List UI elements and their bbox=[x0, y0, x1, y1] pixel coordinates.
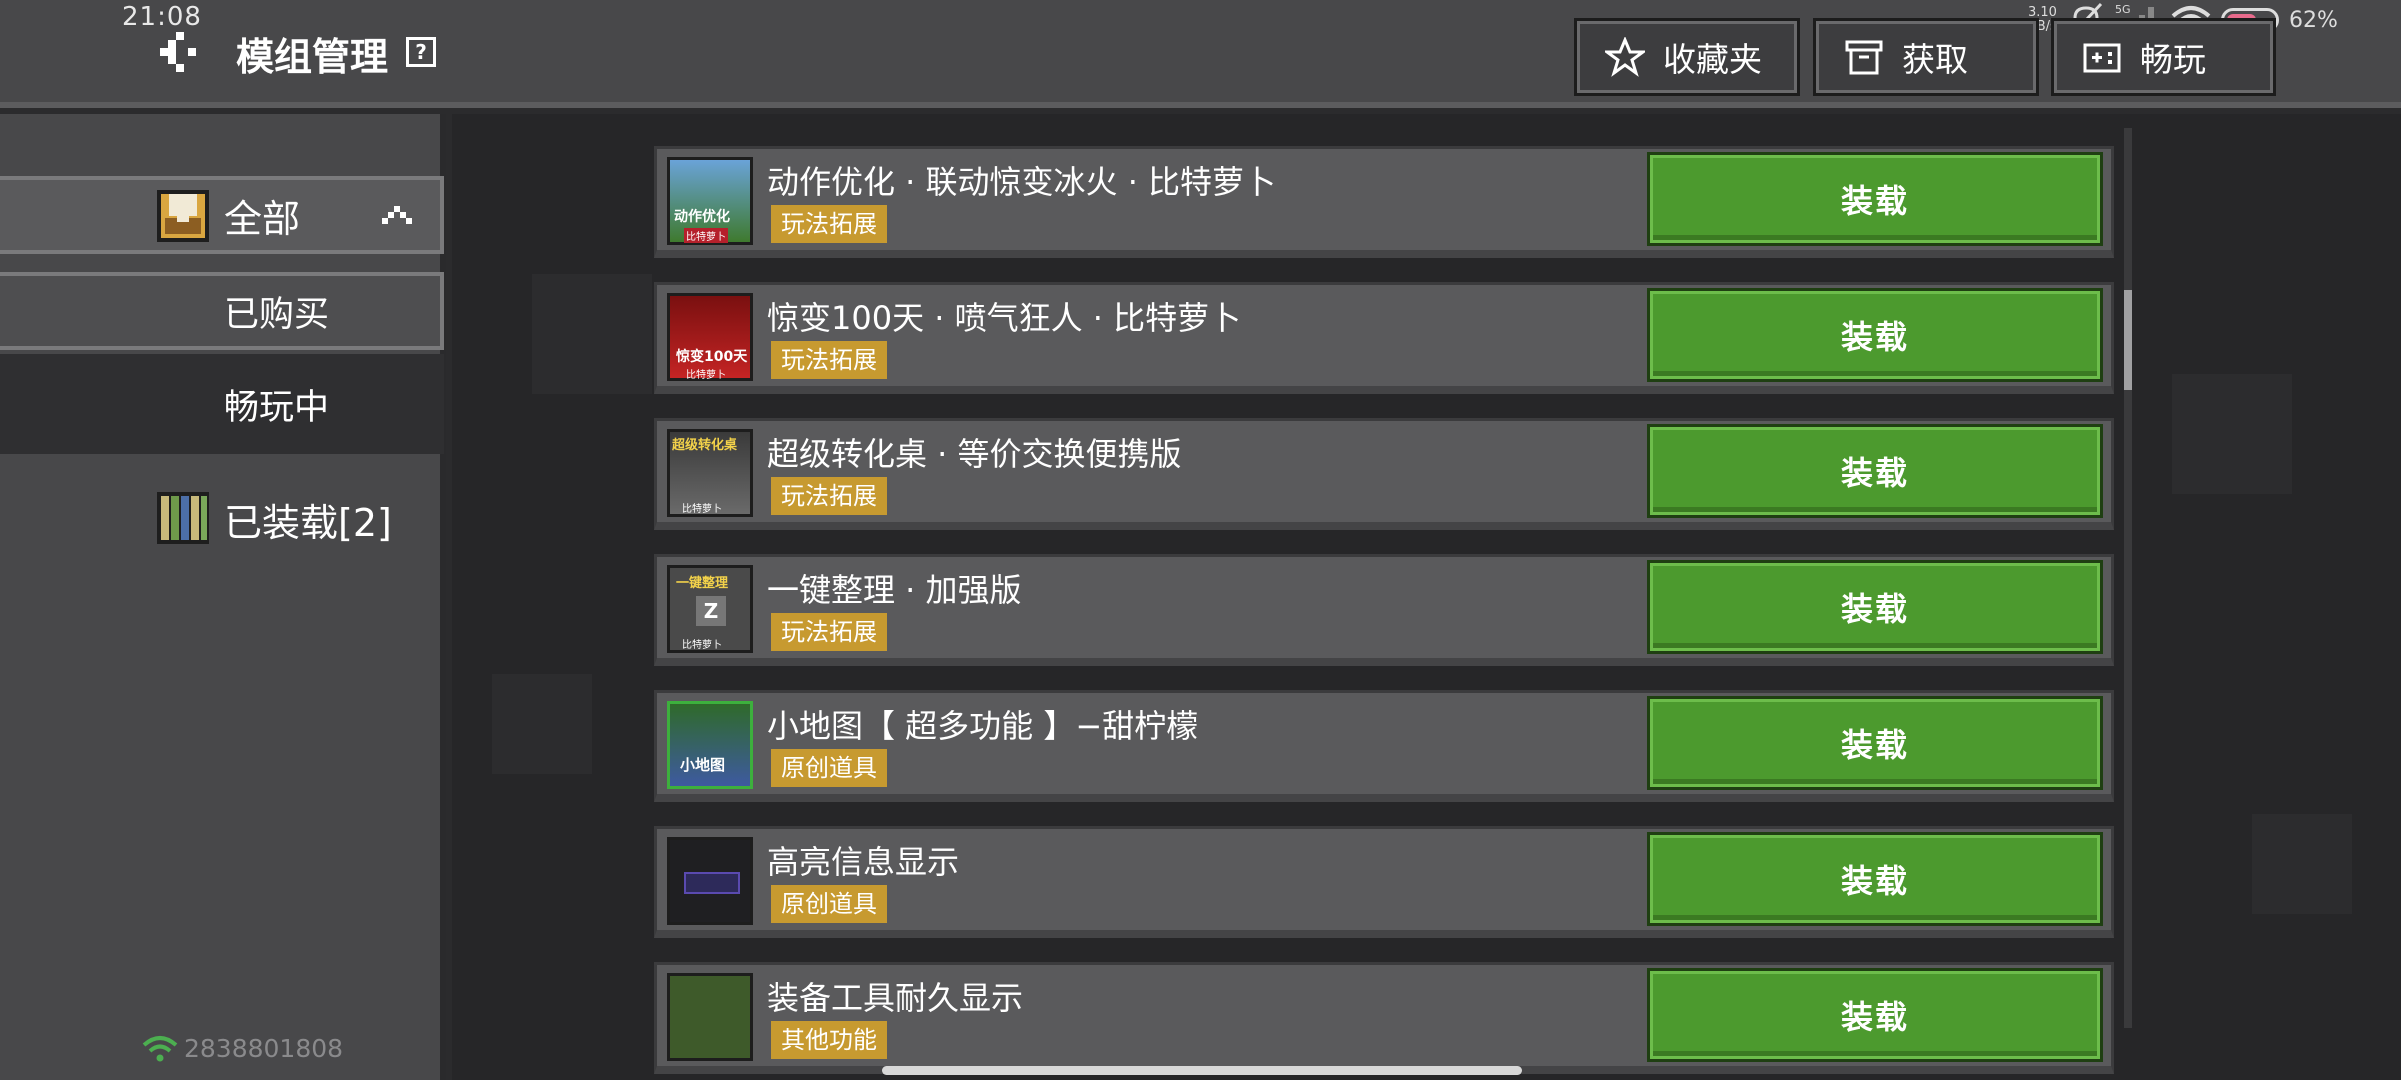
mod-thumbnail-subtext: 比特萝卜 bbox=[684, 228, 728, 243]
mod-category-tag: 玩法拓展 bbox=[771, 477, 887, 515]
network-type: 5G bbox=[2115, 3, 2131, 16]
favorites-label: 收藏夹 bbox=[1663, 40, 1762, 79]
chevron-up-icon bbox=[382, 206, 412, 224]
load-mod-button[interactable]: 装载 bbox=[1647, 152, 2103, 246]
mod-row: 一键整理 Z 比特萝卜 一键整理 · 加强版 玩法拓展 装载 bbox=[654, 554, 2114, 666]
mod-title: 一键整理 · 加强版 bbox=[767, 571, 1022, 609]
mod-category-tag: 其他功能 bbox=[771, 1021, 887, 1059]
mod-title: 装备工具耐久显示 bbox=[767, 979, 1024, 1017]
mod-thumbnail[interactable]: 一键整理 Z 比特萝卜 bbox=[667, 565, 753, 653]
mod-thumbnail[interactable] bbox=[667, 973, 753, 1061]
load-mod-button[interactable]: 装载 bbox=[1647, 968, 2103, 1062]
play-button[interactable]: 畅玩 bbox=[2051, 18, 2276, 96]
sidebar-item-playing[interactable]: 畅玩中 bbox=[0, 354, 444, 454]
sidebar-item-playing-label: 畅玩中 bbox=[224, 387, 330, 428]
mod-row: 高亮信息显示 原创道具 装载 bbox=[654, 826, 2114, 938]
load-mod-button[interactable]: 装载 bbox=[1647, 288, 2103, 382]
mod-thumbnail-text: 一键整理 bbox=[676, 576, 729, 591]
sidebar-item-all-label: 全部 bbox=[224, 196, 301, 241]
load-mod-button[interactable]: 装载 bbox=[1647, 832, 2103, 926]
mod-thumbnail-text: 惊变100天 bbox=[676, 349, 748, 365]
mod-thumbnail-text: 动作优化 bbox=[674, 209, 730, 225]
chest-icon bbox=[157, 190, 209, 242]
account-id-text: 2838801808 bbox=[184, 1034, 344, 1063]
mod-thumbnail-screen bbox=[684, 872, 740, 894]
mod-category-tag: 玩法拓展 bbox=[771, 205, 887, 243]
mod-thumbnail[interactable] bbox=[667, 837, 753, 925]
wifi-icon bbox=[142, 1035, 178, 1061]
mod-thumbnail[interactable]: 超级转化桌 比特萝卜 bbox=[667, 429, 753, 517]
sidebar: 全部 已购买 畅玩中 已装载[2] 2838801808 bbox=[0, 114, 446, 1080]
favorites-button[interactable]: 收藏夹 bbox=[1574, 18, 1800, 96]
account-id: 2838801808 bbox=[142, 1034, 343, 1063]
mod-thumbnail[interactable]: 惊变100天 比特萝卜 bbox=[667, 293, 753, 381]
store-box-icon bbox=[1845, 40, 1883, 75]
battery-percent: 62% bbox=[2288, 7, 2338, 33]
home-indicator[interactable] bbox=[882, 1066, 1522, 1075]
get-label: 获取 bbox=[1902, 40, 1968, 79]
mod-title: 动作优化 · 联动惊变冰火 · 比特萝卜 bbox=[767, 163, 1277, 201]
mod-category-tag: 玩法拓展 bbox=[771, 613, 887, 651]
load-mod-button[interactable]: 装载 bbox=[1647, 696, 2103, 790]
load-mod-button[interactable]: 装载 bbox=[1647, 424, 2103, 518]
mod-thumbnail-subtext: 比特萝卜 bbox=[682, 504, 722, 515]
star-icon bbox=[1605, 37, 1645, 77]
page-title: 模组管理 bbox=[236, 35, 389, 79]
mod-row: 超级转化桌 比特萝卜 超级转化桌 · 等价交换便携版 玩法拓展 装载 bbox=[654, 418, 2114, 530]
mod-category-tag: 玩法拓展 bbox=[771, 341, 887, 379]
mod-row: 惊变100天 比特萝卜 惊变100天 · 喷气狂人 · 比特萝卜 玩法拓展 装载 bbox=[654, 282, 2114, 394]
sidebar-item-loaded-label: 已装载[2] bbox=[224, 500, 392, 545]
load-mod-button[interactable]: 装载 bbox=[1647, 560, 2103, 654]
mod-thumbnail[interactable]: 动作优化 比特萝卜 bbox=[667, 157, 753, 245]
mod-thumbnail[interactable]: 小地图 bbox=[667, 701, 753, 789]
back-arrow-icon bbox=[160, 32, 196, 72]
get-button[interactable]: 获取 bbox=[1813, 18, 2039, 96]
mod-category-tag: 原创道具 bbox=[771, 749, 887, 787]
sidebar-item-bought-label: 已购买 bbox=[224, 294, 330, 335]
mod-row: 动作优化 比特萝卜 动作优化 · 联动惊变冰火 · 比特萝卜 玩法拓展 装载 bbox=[654, 146, 2114, 258]
back-button[interactable] bbox=[146, 30, 202, 74]
mod-row: 小地图 小地图【 超多功能 】−甜柠檬 原创道具 装载 bbox=[654, 690, 2114, 802]
status-time: 21:08 bbox=[122, 2, 202, 32]
mod-row: 装备工具耐久显示 其他功能 装载 bbox=[654, 962, 2114, 1074]
help-icon[interactable]: ? bbox=[406, 37, 436, 67]
gamepad-icon bbox=[2083, 43, 2121, 73]
mod-manager-screen: 21:08 模组管理 ? 3.10 KB/s 5G 62% 收藏夹 获取 畅玩 … bbox=[0, 0, 2401, 1080]
mod-thumbnail-text: 超级转化桌 bbox=[672, 438, 738, 453]
bookshelf-icon bbox=[157, 492, 209, 544]
mod-title: 小地图【 超多功能 】−甜柠檬 bbox=[767, 707, 1199, 745]
mod-thumbnail-key: Z bbox=[696, 596, 726, 626]
mod-thumbnail-subtext: 比特萝卜 bbox=[682, 640, 722, 651]
mod-thumbnail-subtext: 比特萝卜 bbox=[686, 370, 726, 381]
mod-title: 超级转化桌 · 等价交换便携版 bbox=[767, 435, 1182, 473]
play-label: 畅玩 bbox=[2140, 40, 2206, 79]
mod-title: 惊变100天 · 喷气狂人 · 比特萝卜 bbox=[767, 299, 1242, 337]
scrollbar-thumb[interactable] bbox=[2124, 290, 2132, 390]
mod-thumbnail-text: 小地图 bbox=[680, 756, 726, 774]
top-bar: 21:08 模组管理 ? 3.10 KB/s 5G 62% 收藏夹 获取 畅玩 bbox=[0, 0, 2401, 108]
mod-category-tag: 原创道具 bbox=[771, 885, 887, 923]
sidebar-item-all[interactable]: 全部 bbox=[0, 176, 444, 254]
mod-title: 高亮信息显示 bbox=[767, 843, 960, 881]
sidebar-item-bought[interactable]: 已购买 bbox=[0, 272, 444, 350]
scrollbar-track[interactable] bbox=[2124, 128, 2132, 1028]
sidebar-item-loaded[interactable]: 已装载[2] bbox=[0, 474, 444, 564]
